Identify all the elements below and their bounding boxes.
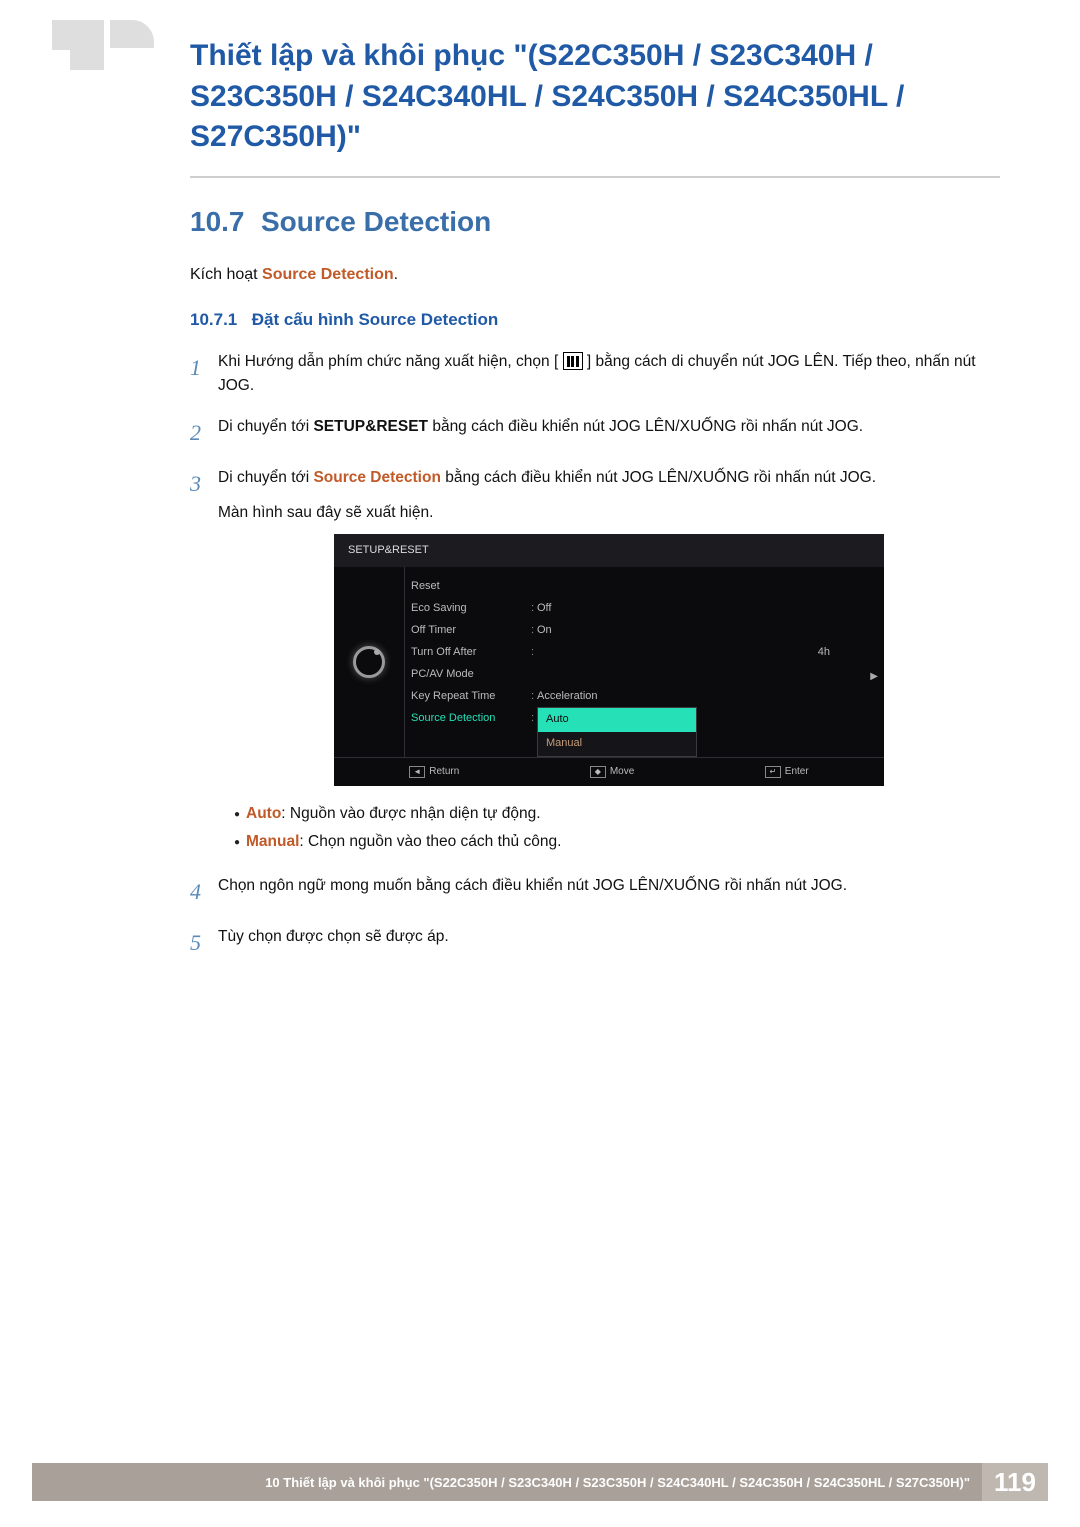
step-3-number: 3 xyxy=(190,466,218,858)
osd-menu: Reset Eco Saving:Off Off Timer:On Turn O… xyxy=(404,567,884,757)
osd-row-pcav: PC/AV Mode xyxy=(411,666,531,684)
page-number: 119 xyxy=(982,1463,1048,1501)
step-2: 2 Di chuyển tới SETUP&RESET bằng cách đi… xyxy=(190,415,1000,450)
lead-suffix: . xyxy=(394,266,398,283)
osd-title: SETUP&RESET xyxy=(334,534,884,568)
osd-row-turnoff: Turn Off After xyxy=(411,644,531,662)
section-lead: Kích hoạt Source Detection. xyxy=(190,266,1000,284)
step-4-number: 4 xyxy=(190,874,218,909)
step-3-text-d: Màn hình sau đây sẽ xuất hiện. xyxy=(218,501,1000,526)
menu-icon xyxy=(563,352,583,370)
osd-row-sourcedet: Source Detection xyxy=(411,710,531,728)
osd-dropdown: Auto Manual xyxy=(537,707,697,756)
step-2-number: 2 xyxy=(190,415,218,450)
osd-row-offtimer: Off Timer xyxy=(411,622,531,640)
section-number: 10.7 xyxy=(190,206,245,237)
page-footer: 10 Thiết lập và khôi phục "(S22C350H / S… xyxy=(32,1463,1048,1501)
subsection-title: Đặt cấu hình Source Detection xyxy=(252,310,499,329)
footer-text: 10 Thiết lập và khôi phục "(S22C350H / S… xyxy=(32,1463,982,1501)
osd-dial-area xyxy=(334,567,404,757)
step-1: 1 Khi Hướng dẫn phím chức năng xuất hiện… xyxy=(190,350,1000,400)
return-icon: ◄ xyxy=(409,766,425,778)
subsection-heading: 10.7.1 Đặt cấu hình Source Detection xyxy=(190,310,1000,330)
subsection-number: 10.7.1 xyxy=(190,310,237,329)
osd-enter-label: Enter xyxy=(785,766,809,777)
enter-icon: ↵ xyxy=(765,766,781,778)
section-heading: 10.7 Source Detection xyxy=(190,206,1000,238)
section-title: Source Detection xyxy=(261,206,491,237)
osd-return-label: Return xyxy=(429,766,459,777)
chapter-title: Thiết lập và khôi phục "(S22C350H / S23C… xyxy=(190,36,1000,158)
step-1-body: Khi Hướng dẫn phím chức năng xuất hiện, … xyxy=(218,350,1000,400)
osd-row-keyrepeat: Key Repeat Time xyxy=(411,688,531,706)
lead-accent: Source Detection xyxy=(262,266,394,283)
osd-move-label: Move xyxy=(610,766,634,777)
bullet-manual-text: : Chọn nguồn vào theo cách thủ công. xyxy=(299,833,561,850)
step-3-accent: Source Detection xyxy=(313,469,440,486)
bullet-dot: ● xyxy=(228,834,246,856)
step-3-text-c: bằng cách điều khiển nút JOG LÊN/XUỐNG r… xyxy=(441,469,876,486)
chapter-number-silhouette xyxy=(0,20,150,110)
osd-row-eco: Eco Saving xyxy=(411,600,531,618)
step-1-text-a: Khi Hướng dẫn phím chức năng xuất hiện, … xyxy=(218,353,558,370)
step-2-bold: SETUP&RESET xyxy=(313,418,428,435)
step-2-text-c: bằng cách điều khiển nút JOG LÊN/XUỐNG r… xyxy=(428,418,863,435)
step-5: 5 Tùy chọn được chọn sẽ được áp. xyxy=(190,925,1000,960)
osd-panel: SETUP&RESET Reset Eco Saving:Off Off Tim… xyxy=(334,534,884,787)
osd-option-auto: Auto xyxy=(538,708,696,732)
osd-footer: ◄ Return ◆ Move ↵ Enter xyxy=(334,757,884,786)
bullet-dot: ● xyxy=(228,806,246,828)
osd-row-reset: Reset xyxy=(411,578,531,596)
dial-icon xyxy=(353,646,385,678)
steps-list: 1 Khi Hướng dẫn phím chức năng xuất hiện… xyxy=(190,350,1000,961)
step-5-number: 5 xyxy=(190,925,218,960)
move-icon: ◆ xyxy=(590,766,606,778)
osd-figure: SETUP&RESET Reset Eco Saving:Off Off Tim… xyxy=(218,534,1000,787)
step-2-text-a: Di chuyển tới xyxy=(218,418,313,435)
step-4: 4 Chọn ngôn ngữ mong muốn bằng cách điều… xyxy=(190,874,1000,909)
bullet-manual-key: Manual xyxy=(246,833,299,850)
bullet-auto-key: Auto xyxy=(246,805,281,822)
lead-prefix: Kích hoạt xyxy=(190,266,262,283)
step-3-body: Di chuyển tới Source Detection bằng cách… xyxy=(218,466,1000,858)
step-2-body: Di chuyển tới SETUP&RESET bằng cách điều… xyxy=(218,415,1000,450)
step-4-body: Chọn ngôn ngữ mong muốn bằng cách điều k… xyxy=(218,874,1000,909)
step-3: 3 Di chuyển tới Source Detection bằng cá… xyxy=(190,466,1000,858)
divider xyxy=(190,176,1000,178)
step-5-body: Tùy chọn được chọn sẽ được áp. xyxy=(218,925,1000,960)
bullet-auto-text: : Nguồn vào được nhận diện tự động. xyxy=(281,805,540,822)
chevron-right-icon: ▶ xyxy=(870,669,878,685)
step-1-number: 1 xyxy=(190,350,218,400)
step-3-text-a: Di chuyển tới xyxy=(218,469,313,486)
osd-option-manual: Manual xyxy=(538,732,696,756)
bullet-list: ●Auto: Nguồn vào được nhận diện tự động.… xyxy=(228,800,1000,856)
